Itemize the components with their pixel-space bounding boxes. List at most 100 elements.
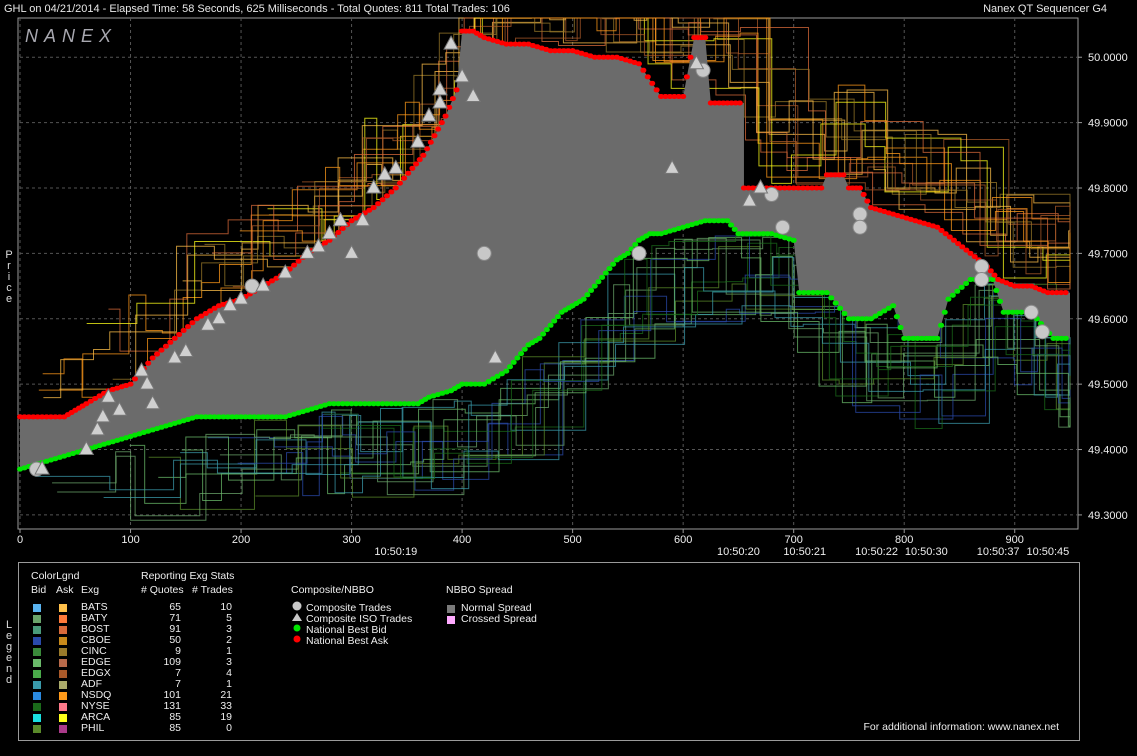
best-bid-mark	[584, 292, 591, 298]
best-ask-mark	[171, 335, 178, 341]
exchange-name-phil: PHIL	[81, 722, 105, 734]
best-ask-mark	[291, 262, 298, 268]
best-ask-mark	[413, 161, 420, 167]
composite-trade-11	[1023, 304, 1039, 320]
bid-swatch-baty	[33, 615, 41, 623]
best-ask-mark	[857, 185, 863, 191]
best-ask-mark	[162, 343, 169, 349]
ask-swatch-edge	[59, 659, 67, 667]
spread-title: NBBO Spread	[446, 584, 513, 596]
ask-swatch-edgx	[59, 670, 67, 678]
y-tick-label-3: 49.6000	[1088, 314, 1128, 326]
best-bid-mark	[938, 322, 945, 328]
best-ask-mark	[818, 185, 825, 191]
composite-trade-10	[974, 272, 990, 288]
composite-trade-3	[631, 245, 647, 261]
best-bid-mark	[728, 222, 735, 228]
best-bid-mark	[551, 318, 558, 324]
best-ask-mark	[987, 268, 994, 274]
best-bid-mark	[624, 250, 631, 256]
best-ask-mark	[431, 133, 438, 139]
spread-item-1: Crossed Spread	[461, 613, 537, 625]
best-ask-mark	[635, 61, 642, 67]
best-bid-mark	[599, 274, 606, 280]
best-ask-mark	[991, 272, 998, 278]
best-ask-mark	[396, 180, 403, 186]
bid-swatch-arca	[33, 714, 41, 722]
best-ask-mark	[379, 197, 386, 203]
best-bid-mark	[897, 324, 904, 330]
best-ask-mark	[158, 347, 165, 353]
time-label-6: 10:50:45	[1026, 546, 1069, 558]
best-ask-mark	[449, 96, 456, 102]
col-trades: # Trades	[192, 584, 233, 596]
y-tick-label-7: 50.0000	[1088, 52, 1128, 64]
best-bid-mark	[540, 331, 547, 337]
best-bid-mark	[536, 335, 543, 341]
best-ask-mark	[680, 93, 687, 99]
best-ask-mark	[438, 120, 445, 126]
col-quotes: # Quotes	[141, 584, 184, 596]
normal-spread-swatch	[447, 605, 455, 613]
best-ask-mark	[189, 320, 196, 326]
best-ask-mark	[149, 355, 156, 361]
best-bid-mark	[997, 298, 1003, 304]
bid-swatch-adf	[33, 681, 41, 689]
best-bid-mark	[934, 335, 941, 341]
best-ask-mark	[388, 189, 395, 195]
time-label-1: 10:50:20	[717, 546, 760, 558]
best-bid-mark	[724, 218, 731, 224]
bid-swatch-edgx	[33, 670, 41, 678]
best-ask-symbol	[293, 635, 301, 643]
best-bid-mark	[606, 266, 613, 272]
best-ask-mark	[392, 185, 399, 191]
best-ask-mark	[383, 193, 390, 199]
best-ask-mark	[644, 74, 651, 80]
best-ask-mark	[840, 172, 847, 178]
legend-side-title: Legend	[5, 619, 13, 686]
iso-trade-symbol	[292, 613, 302, 621]
best-bid-mark	[954, 288, 961, 294]
x-tick-label-7: 700	[785, 534, 803, 546]
best-bid-mark	[890, 303, 897, 309]
ask-swatch-cinc	[59, 648, 67, 656]
best-ask-mark	[683, 74, 690, 80]
best-bid-mark	[945, 296, 952, 302]
ask-swatch-arca	[59, 714, 67, 722]
exchange-trades-phil: 0	[226, 722, 232, 734]
composite-trade-12	[1034, 324, 1050, 340]
best-bid-mark	[503, 368, 510, 374]
best-ask-mark	[860, 192, 867, 198]
best-ask-mark	[154, 351, 161, 357]
y-tick-label-0: 49.3000	[1088, 510, 1128, 522]
colorlgnd-title: ColorLgnd	[31, 570, 80, 582]
best-ask-mark	[370, 205, 377, 211]
best-ask-mark	[687, 54, 694, 60]
price-axis-title: Price	[5, 249, 13, 305]
best-bid-mark	[841, 311, 848, 317]
x-tick-label-2: 200	[232, 534, 250, 546]
ask-swatch-bost	[59, 626, 67, 634]
best-ask-mark	[649, 80, 656, 86]
time-label-2: 10:50:21	[783, 546, 826, 558]
best-ask-mark	[409, 165, 416, 171]
x-tick-label-9: 900	[1006, 534, 1024, 546]
best-ask-mark	[653, 87, 660, 93]
best-ask-mark	[335, 229, 342, 235]
composite-item-3: National Best Ask	[306, 635, 389, 647]
legend-footer: For additional information: www.nanex.ne…	[863, 721, 1059, 733]
best-ask-mark	[127, 381, 134, 387]
bid-swatch-edge	[33, 659, 41, 667]
y-tick-label-2: 49.5000	[1088, 379, 1128, 391]
best-bid-mark	[790, 237, 797, 243]
x-tick-label-6: 600	[674, 534, 692, 546]
bid-swatch-bost	[33, 626, 41, 634]
y-tick-label-1: 49.4000	[1088, 445, 1128, 457]
best-bid-mark	[521, 346, 528, 352]
ask-swatch-nsdq	[59, 692, 67, 700]
col-bid: Bid	[31, 584, 47, 596]
bid-swatch-bats	[33, 604, 41, 612]
time-label-0: 10:50:19	[374, 546, 417, 558]
stats-title: Reporting Exg Stats	[141, 570, 235, 582]
best-ask-mark	[401, 175, 408, 181]
